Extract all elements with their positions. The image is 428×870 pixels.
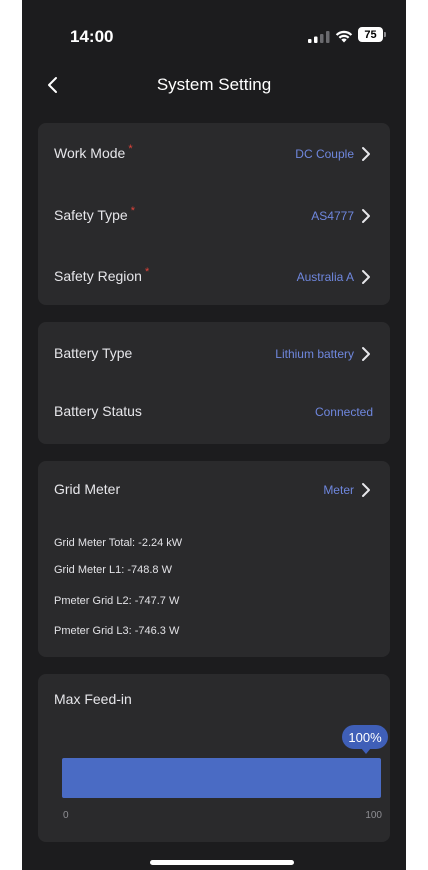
max-feed-in-label: Max Feed-in bbox=[54, 691, 132, 707]
battery-icon: 75 bbox=[358, 27, 383, 42]
pmeter-grid-l3: Pmeter Grid L3: -746.3 W bbox=[54, 625, 180, 637]
slider-min-label: 0 bbox=[63, 810, 69, 821]
safety-region-row[interactable]: Safety Region * Australia A bbox=[38, 257, 390, 297]
work-mode-row[interactable]: Work Mode * DC Couple bbox=[38, 134, 390, 174]
grid-meter-l1: Grid Meter L1: -748.8 W bbox=[54, 564, 172, 576]
battery-level: 75 bbox=[364, 28, 377, 41]
feed-in-percent: 100% bbox=[348, 729, 382, 745]
battery-status-row: Battery Status Connected bbox=[38, 392, 390, 432]
pmeter-grid-l2: Pmeter Grid L2: -747.7 W bbox=[54, 595, 180, 607]
status-time: 14:00 bbox=[70, 27, 114, 46]
battery-type-row[interactable]: Battery Type Lithium battery bbox=[38, 334, 390, 374]
max-feed-in-card: Max Feed-in 100% 0 100 bbox=[38, 674, 390, 842]
slider-max-label: 100 bbox=[365, 810, 382, 821]
grid-meter-value: Meter bbox=[323, 483, 354, 497]
bubble-tail bbox=[361, 748, 371, 754]
battery-card: Battery Type Lithium battery Battery Sta… bbox=[38, 322, 390, 444]
status-bar: 14:00 75 bbox=[22, 0, 406, 70]
safety-type-value: AS4777 bbox=[311, 209, 354, 223]
battery-type-value: Lithium battery bbox=[275, 347, 354, 361]
grid-meter-row[interactable]: Grid Meter Meter bbox=[38, 470, 390, 510]
chevron-right-icon bbox=[362, 347, 370, 361]
cellular-signal-icon bbox=[308, 31, 330, 43]
chevron-right-icon bbox=[362, 483, 370, 497]
phone-screen: 14:00 75 System Setting Work Mode * DC C… bbox=[22, 0, 406, 870]
navigation-bar: System Setting bbox=[22, 68, 406, 104]
battery-tip bbox=[384, 32, 386, 37]
battery-type-label: Battery Type bbox=[54, 345, 133, 361]
home-indicator bbox=[150, 860, 294, 865]
chevron-right-icon bbox=[362, 270, 370, 284]
grid-meter-total: Grid Meter Total: -2.24 kW bbox=[54, 537, 183, 549]
required-marker: * bbox=[144, 266, 150, 278]
system-settings-card: Work Mode * DC Couple Safety Type * AS4777… bbox=[38, 123, 390, 305]
grid-meter-label: Grid Meter bbox=[54, 481, 121, 497]
safety-type-row[interactable]: Safety Type * AS4777 bbox=[38, 196, 390, 236]
page-title: System Setting bbox=[156, 75, 272, 94]
chevron-right-icon bbox=[362, 147, 370, 161]
safety-region-value: Australia A bbox=[296, 270, 354, 284]
safety-type-label: Safety Type * bbox=[54, 205, 135, 223]
required-marker: * bbox=[128, 143, 133, 155]
work-mode-value: DC Couple bbox=[295, 147, 354, 161]
feed-in-value-bubble: 100% bbox=[342, 725, 388, 754]
wifi-icon bbox=[335, 30, 353, 43]
required-marker: * bbox=[130, 205, 135, 217]
chevron-right-icon bbox=[362, 209, 370, 223]
work-mode-label: Work Mode * bbox=[54, 143, 133, 161]
grid-meter-card: Grid Meter Meter Grid Meter Total: -2.24… bbox=[38, 461, 390, 657]
safety-region-label: Safety Region * bbox=[54, 266, 150, 284]
feed-in-slider-fill bbox=[62, 758, 381, 798]
battery-status-label: Battery Status bbox=[54, 403, 142, 419]
feed-in-slider[interactable] bbox=[62, 758, 381, 798]
battery-status-value: Connected bbox=[314, 405, 373, 419]
